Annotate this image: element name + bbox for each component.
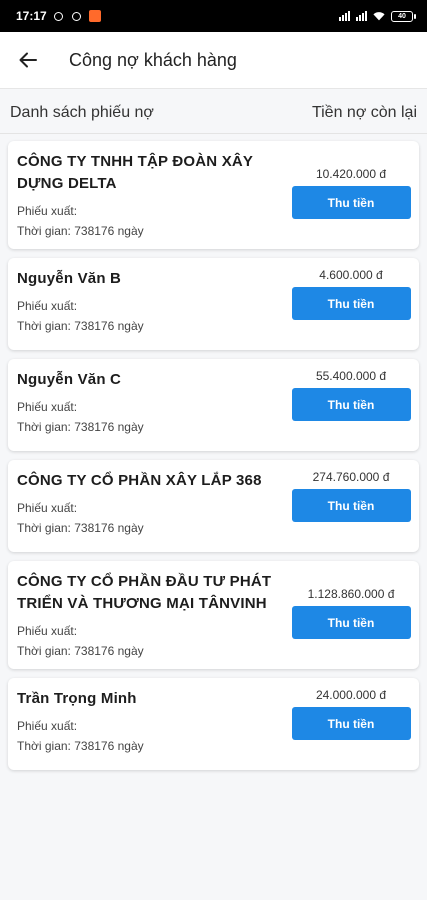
debt-time: Thời gian: 738176 ngày <box>17 644 144 658</box>
status-left: 17:17 <box>16 9 101 23</box>
debt-time: Thời gian: 738176 ngày <box>17 319 144 333</box>
debt-card[interactable]: Nguyễn Văn C Phiếu xuất: Thời gian: 7381… <box>8 359 419 451</box>
customer-name: CÔNG TY CỔ PHẦN ĐẦU TƯ PHÁT TRIỂN VÀ THƯ… <box>17 573 272 612</box>
debt-amount: 4.600.000 đ <box>319 268 383 282</box>
page-title: Công nợ khách hàng <box>69 49 237 70</box>
collect-payment-button[interactable]: Thu tiền <box>291 287 411 320</box>
collect-payment-button[interactable]: Thu tiền <box>291 606 411 639</box>
debt-amount: 274.760.000 đ <box>312 470 390 484</box>
customer-name: Nguyễn Văn B <box>17 270 122 287</box>
collect-payment-button[interactable]: Thu tiền <box>291 186 411 219</box>
debt-card[interactable]: CÔNG TY CỔ PHẦN ĐẦU TƯ PHÁT TRIỂN VÀ THƯ… <box>8 561 419 669</box>
debt-amount: 1.128.860.000 đ <box>307 587 395 601</box>
list-header-left: Danh sách phiếu nợ <box>10 104 154 121</box>
debt-card[interactable]: CÔNG TY TNHH TẬP ĐOÀN XÂY DỰNG DELTA Phi… <box>8 141 419 249</box>
customer-name: CÔNG TY CỔ PHẦN XÂY LẮP 368 <box>17 472 262 489</box>
alarm-icon <box>53 10 65 22</box>
customer-name: Trần Trọng Minh <box>17 690 137 707</box>
debt-amount: 55.400.000 đ <box>315 369 387 383</box>
arrow-left-icon <box>19 52 37 68</box>
collect-payment-button[interactable]: Thu tiền <box>291 388 411 421</box>
debt-card[interactable]: Nguyễn Văn B Phiếu xuất: Thời gian: 7381… <box>8 258 419 350</box>
status-bar: 17:17 40 <box>0 0 427 32</box>
voucher-label: Phiếu xuất: <box>17 299 78 313</box>
battery-level: 40 <box>398 12 406 20</box>
debt-amount: 10.420.000 đ <box>315 167 387 181</box>
clock-icon <box>71 10 83 22</box>
status-time: 17:17 <box>16 9 47 23</box>
signal-icon <box>339 11 350 21</box>
customer-name: Nguyễn Văn C <box>17 371 122 388</box>
voucher-label: Phiếu xuất: <box>17 204 78 218</box>
debt-card[interactable]: CÔNG TY CỔ PHẦN XÂY LẮP 368 Phiếu xuất: … <box>8 460 419 552</box>
status-right: 40 <box>339 10 416 22</box>
list-header-right: Tiền nợ còn lại <box>311 104 417 121</box>
debt-time: Thời gian: 738176 ngày <box>17 739 144 753</box>
debt-time: Thời gian: 738176 ngày <box>17 521 144 535</box>
debt-list: CÔNG TY TNHH TẬP ĐOÀN XÂY DỰNG DELTA Phi… <box>0 134 427 770</box>
debt-time: Thời gian: 738176 ngày <box>17 420 144 434</box>
list-header: Danh sách phiếu nợ Tiền nợ còn lại <box>0 93 427 134</box>
signal-2-icon <box>356 11 367 21</box>
app-bar: Công nợ khách hàng <box>0 32 427 89</box>
debt-amount: 24.000.000 đ <box>315 688 387 702</box>
debt-card[interactable]: Trần Trọng Minh Phiếu xuất: Thời gian: 7… <box>8 678 419 770</box>
voucher-label: Phiếu xuất: <box>17 400 78 414</box>
debt-time: Thời gian: 738176 ngày <box>17 224 144 238</box>
collect-payment-button[interactable]: Thu tiền <box>291 489 411 522</box>
wifi-icon <box>373 10 385 22</box>
customer-name: CÔNG TY TNHH TẬP ĐOÀN XÂY DỰNG DELTA <box>17 153 253 192</box>
collect-payment-button[interactable]: Thu tiền <box>291 707 411 740</box>
app-notification-icon <box>88 10 101 22</box>
voucher-label: Phiếu xuất: <box>17 624 78 638</box>
voucher-label: Phiếu xuất: <box>17 501 78 515</box>
battery-icon: 40 <box>391 10 416 22</box>
voucher-label: Phiếu xuất: <box>17 719 78 733</box>
back-button[interactable] <box>0 32 56 88</box>
